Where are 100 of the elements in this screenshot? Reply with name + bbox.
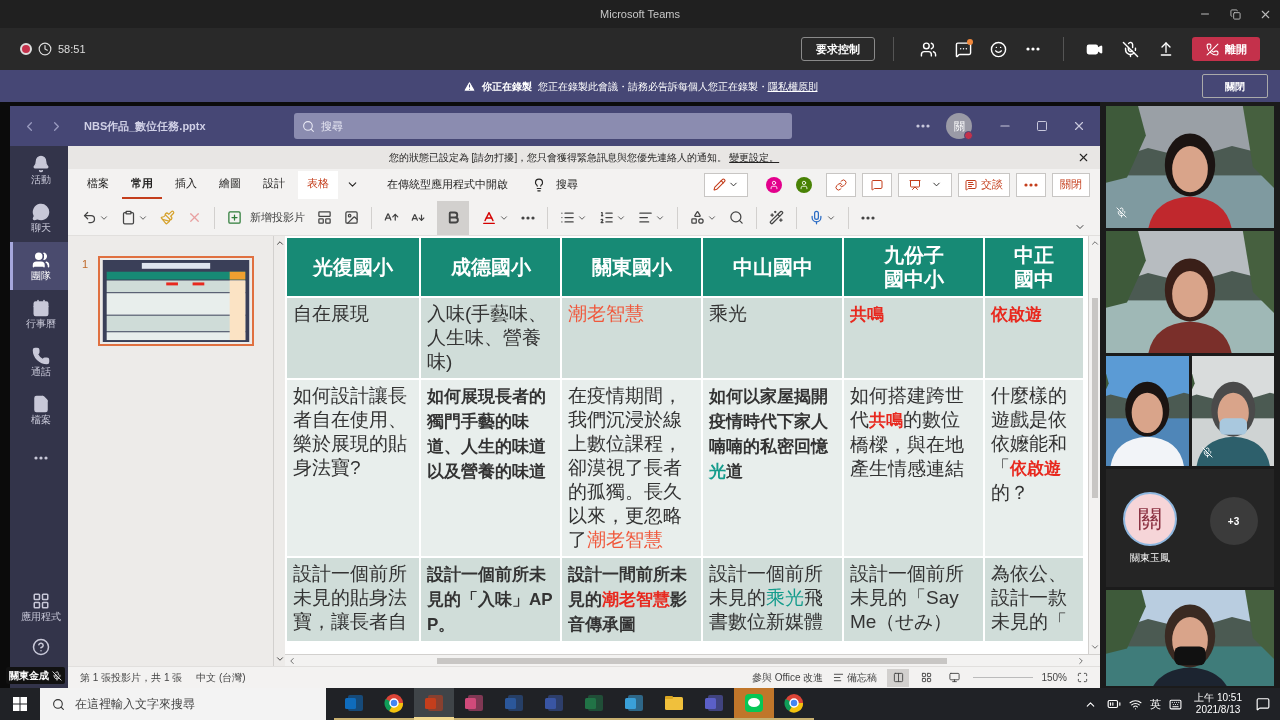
normal-view-button[interactable] bbox=[887, 668, 910, 687]
ribbon-tab[interactable]: 常用 bbox=[122, 170, 162, 199]
undo-icon bbox=[82, 210, 97, 225]
scroll-down-icon[interactable] bbox=[1089, 642, 1100, 652]
request-control-button[interactable]: 要求控制 bbox=[801, 37, 875, 61]
restore-icon[interactable] bbox=[1036, 120, 1048, 132]
conversation-button[interactable]: 交談 bbox=[958, 172, 1010, 197]
table-cell: 如何設計讓長者自在使用、樂於展現的貼身法寶? bbox=[286, 379, 420, 557]
ribbon-tab[interactable]: 表格 bbox=[298, 170, 338, 199]
battery-icon[interactable] bbox=[1107, 697, 1122, 711]
zoom-level[interactable]: 150% bbox=[1041, 670, 1067, 685]
ribbon-tab[interactable]: 插入 bbox=[166, 170, 206, 199]
phone-icon bbox=[31, 346, 50, 365]
layout-button[interactable] bbox=[317, 210, 332, 225]
ribbon-tab[interactable]: 檔案 bbox=[78, 170, 118, 199]
warning-icon bbox=[462, 79, 476, 93]
editing-mode-button[interactable] bbox=[704, 172, 748, 197]
table-cell: 如何以家屋揭開疫情時代下家人喃喃的私密回憶 光道 bbox=[702, 379, 843, 557]
overflow-participants[interactable]: +3 bbox=[1209, 497, 1258, 545]
numbering-button[interactable] bbox=[599, 210, 626, 225]
comment-button[interactable] bbox=[862, 172, 892, 197]
dictate-button[interactable] bbox=[809, 210, 836, 225]
scroll-right-icon[interactable] bbox=[1076, 655, 1086, 666]
ribbon-tab[interactable]: 設計 bbox=[254, 170, 294, 199]
rail-item[interactable]: 團隊 bbox=[10, 242, 68, 290]
new-slide-button[interactable]: 新增投影片 bbox=[227, 209, 305, 226]
notifications-icon[interactable] bbox=[1256, 697, 1270, 711]
undo-button[interactable] bbox=[82, 210, 109, 225]
designer-button[interactable] bbox=[769, 210, 784, 225]
tell-me-button[interactable]: 搜尋 bbox=[556, 176, 578, 193]
dismiss-button[interactable]: 關閉 bbox=[1202, 74, 1268, 98]
participant-name: 關東玉鳳 bbox=[1129, 550, 1170, 565]
column-header: 關東國小 bbox=[561, 237, 702, 297]
participant-avatar[interactable]: 關 bbox=[1122, 491, 1177, 546]
column-header: 九份子國中小 bbox=[843, 237, 984, 297]
collaborator-avatar[interactable] bbox=[796, 176, 812, 193]
rail-item[interactable]: 通話 bbox=[10, 338, 68, 386]
paste-button[interactable] bbox=[121, 210, 148, 225]
taskbar-app[interactable] bbox=[414, 688, 454, 720]
scrollbar-thumb[interactable] bbox=[1091, 298, 1098, 498]
wifi-icon[interactable] bbox=[1129, 697, 1143, 711]
language-status[interactable]: 中文 (台灣) bbox=[196, 670, 246, 685]
normal-view-icon bbox=[892, 672, 904, 683]
privacy-link[interactable]: 隱私權原則 bbox=[767, 78, 818, 94]
open-desktop-button[interactable]: 在傳統型應用程式中開啟 bbox=[387, 171, 508, 198]
share-link-button[interactable] bbox=[826, 172, 856, 197]
table-cell: 依啟遊 bbox=[984, 297, 1084, 379]
align-button[interactable] bbox=[638, 210, 665, 225]
pencil-icon bbox=[713, 178, 726, 191]
rail-item[interactable]: 應用程式 bbox=[10, 587, 68, 627]
upload-icon bbox=[1158, 41, 1174, 57]
paint-app-icon bbox=[464, 693, 484, 713]
windows-logo-icon bbox=[13, 697, 27, 711]
table-cell: 共鳴 bbox=[843, 297, 984, 379]
slides-app-icon bbox=[424, 692, 444, 713]
column-header: 光復國小 bbox=[286, 237, 420, 297]
rail-item[interactable]: 聊天 bbox=[10, 194, 68, 242]
chat-icon bbox=[954, 40, 972, 58]
background-button[interactable] bbox=[344, 210, 359, 225]
more-button[interactable] bbox=[861, 215, 875, 220]
people-icon bbox=[31, 250, 50, 269]
clock-icon bbox=[38, 42, 52, 56]
scroll-down-icon[interactable] bbox=[274, 654, 285, 664]
taskbar-search-field[interactable]: 在這裡輸入文字來搜尋 bbox=[40, 688, 326, 720]
keyboard-icon[interactable] bbox=[1169, 697, 1183, 711]
bullets-button[interactable] bbox=[560, 210, 587, 225]
clock[interactable]: 上午 10:51 2021/8/13 bbox=[1194, 692, 1242, 716]
fit-icon[interactable] bbox=[1077, 672, 1088, 683]
scrollbar-thumb[interactable] bbox=[437, 657, 947, 664]
input-language[interactable]: 英 bbox=[1150, 695, 1162, 713]
more-button[interactable] bbox=[916, 124, 930, 128]
shapes-button[interactable] bbox=[690, 210, 717, 225]
numbered-list-icon bbox=[599, 210, 614, 225]
notes-button[interactable]: 備忘稿 bbox=[833, 670, 878, 685]
more-button[interactable] bbox=[521, 215, 535, 220]
close-file-button[interactable]: 關閉 bbox=[1052, 172, 1090, 197]
present-button[interactable] bbox=[898, 172, 952, 197]
table-cell: 什麼樣的遊戲是依依嬤能和「依啟遊 的？ bbox=[984, 379, 1084, 557]
close-icon[interactable] bbox=[1077, 151, 1090, 164]
ribbon-tab[interactable]: 繪圖 bbox=[210, 170, 250, 199]
feedback-link[interactable]: 參與 Office 改進 bbox=[751, 670, 824, 685]
close-icon[interactable] bbox=[1072, 119, 1086, 133]
scroll-left-icon[interactable] bbox=[287, 655, 297, 666]
collaborator-avatar[interactable] bbox=[766, 176, 782, 193]
recording-message: 您正在錄製此會議・請務必告訴每個人您正在錄製・ bbox=[537, 79, 768, 94]
change-settings-link[interactable]: 變更設定。 bbox=[729, 150, 780, 165]
scroll-up-icon[interactable] bbox=[274, 238, 285, 248]
font-color-button[interactable] bbox=[481, 209, 509, 226]
search-button[interactable] bbox=[729, 210, 744, 225]
wand-icon bbox=[769, 210, 784, 225]
meeting-duration: 58:51 bbox=[58, 41, 86, 57]
rail-item[interactable]: 檔案 bbox=[10, 386, 68, 434]
leave-button[interactable]: 離開 bbox=[1192, 37, 1260, 61]
rail-item[interactable]: 活動 bbox=[10, 146, 68, 194]
slide-number: 1 bbox=[82, 257, 89, 272]
monitor-icon bbox=[948, 672, 960, 683]
bold-button[interactable] bbox=[437, 200, 469, 235]
scroll-up-icon[interactable] bbox=[1089, 238, 1100, 248]
comment-icon bbox=[871, 178, 883, 191]
rail-item[interactable]: 行事曆 bbox=[10, 290, 68, 338]
